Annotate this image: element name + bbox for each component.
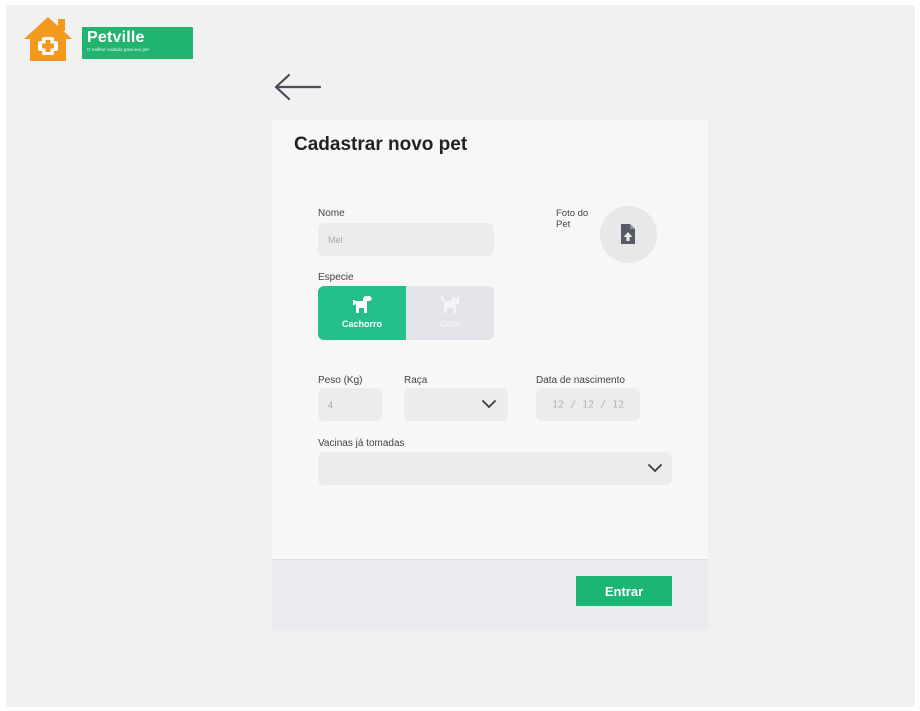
species-cat-label: Gato	[439, 319, 461, 329]
dog-icon	[353, 296, 372, 313]
weight-input-value: 4	[328, 399, 334, 410]
species-option-cat[interactable]: Gato	[406, 286, 494, 340]
photo-upload-button[interactable]	[600, 206, 657, 263]
birthdate-label: Data de nascimento	[536, 375, 625, 386]
file-upload-icon	[621, 224, 635, 244]
register-pet-card: Cadastrar novo pet Nome Mel Foto do Pet …	[272, 120, 708, 629]
birth-year: 12	[612, 399, 625, 410]
name-input-value: Mel	[328, 234, 343, 245]
birth-month: 12	[582, 399, 595, 410]
vaccines-select[interactable]	[318, 452, 672, 485]
chevron-down-icon	[482, 400, 496, 408]
brand-badge: Petville O melhor cuidado para seu pet	[82, 27, 193, 59]
name-input[interactable]: Mel	[318, 223, 494, 256]
birth-day: 12	[552, 399, 565, 410]
species-dog-label: Cachorro	[341, 319, 382, 329]
species-option-dog[interactable]: Cachorro	[318, 286, 406, 340]
name-label: Nome	[318, 208, 345, 219]
brand-tagline: O melhor cuidado para seu pet	[87, 47, 149, 52]
chevron-down-icon	[648, 464, 662, 472]
back-arrow-icon[interactable]	[272, 72, 324, 102]
species-label: Especie	[318, 272, 354, 283]
breed-select[interactable]	[404, 388, 508, 421]
cat-icon	[440, 294, 459, 313]
birthdate-value: 12 / 12 / 12	[552, 399, 625, 410]
birthdate-input[interactable]: 12 / 12 / 12	[536, 388, 640, 421]
house-logo-icon	[22, 15, 74, 63]
page-title: Cadastrar novo pet	[294, 134, 468, 155]
breed-label: Raça	[404, 375, 428, 386]
photo-label: Foto do Pet	[556, 208, 589, 230]
weight-input[interactable]: 4	[318, 388, 382, 421]
vaccines-label: Vacinas já tomadas	[318, 438, 405, 449]
brand-name: Petville	[87, 29, 145, 46]
submit-button[interactable]: Entrar	[576, 576, 672, 606]
weight-label: Peso (Kg)	[318, 375, 363, 386]
